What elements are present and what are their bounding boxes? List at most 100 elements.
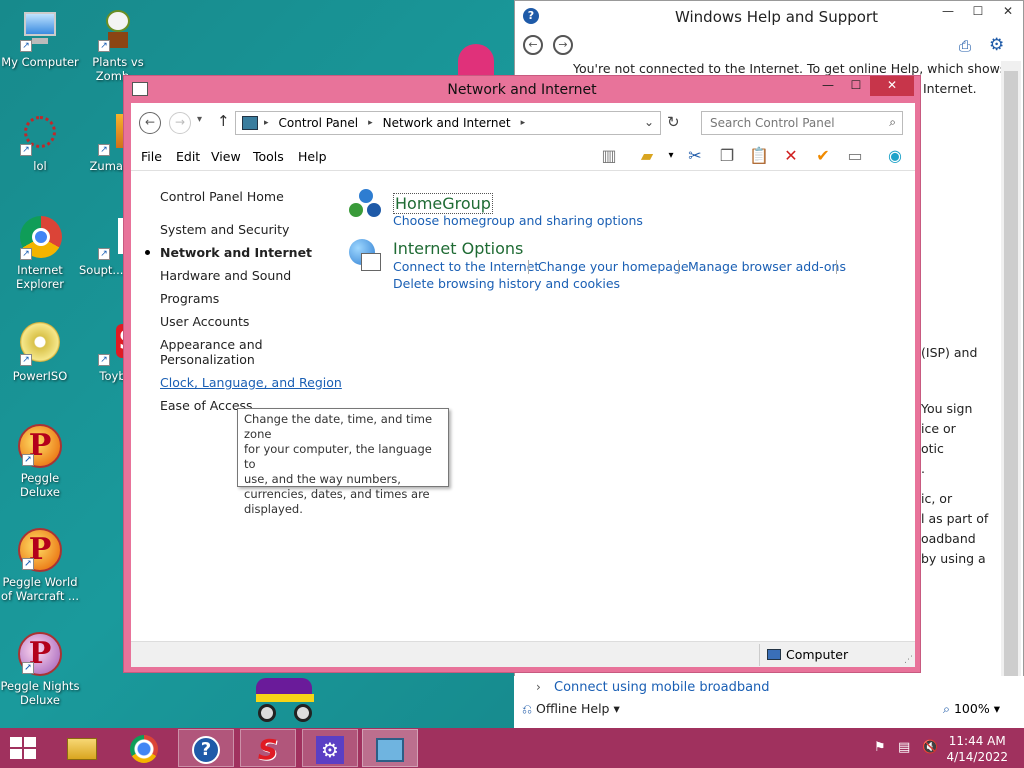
desktop-icon-label: Internet Explorer (16, 263, 64, 291)
sidebar-item-appearance[interactable]: Appearance and Personalization (160, 333, 342, 371)
internet-options-title[interactable]: Internet Options (393, 239, 523, 258)
disc-icon: ↗ (18, 322, 62, 366)
sidebar-item-user-accounts[interactable]: User Accounts (160, 310, 342, 333)
menu-view[interactable]: View (211, 149, 241, 164)
breadcrumb-separator-icon: ▸ (264, 118, 269, 128)
address-dropdown-icon[interactable]: ⌄ (644, 115, 654, 129)
help-text-fragment: You sign (921, 401, 973, 416)
desktop-icon-internet-explorer[interactable]: ↗ Internet Explorer (0, 216, 80, 291)
search-placeholder: Search Control Panel (710, 116, 835, 130)
delete-icon[interactable]: ✕ (779, 146, 803, 168)
gear-icon[interactable]: ⚙ (989, 35, 1004, 55)
desktop-icon-lol[interactable]: ↗ lol (0, 112, 80, 173)
shell-icon[interactable]: ◉ (883, 146, 907, 168)
close-button[interactable]: ✕ (870, 76, 914, 96)
desktop-icon-label: Peggle Deluxe (20, 471, 60, 499)
folder-icon[interactable]: ▰ (635, 146, 659, 168)
cut-icon[interactable]: ✂ (683, 146, 707, 168)
offline-help-button[interactable]: ⎌ Offline Help ▾ (522, 701, 620, 717)
chrome-icon: ↗ (18, 216, 62, 260)
menu-file[interactable]: File (141, 149, 162, 164)
menu-tools[interactable]: Tools (253, 149, 284, 164)
desktop-icon-plants-vs-zombies[interactable]: ↗ Plants vs Zomb... (78, 8, 158, 83)
scrollbar-thumb[interactable] (1004, 71, 1018, 681)
sidebar-item-network-internet[interactable]: Network and Internet (145, 241, 342, 264)
sidebar-item-hardware-sound[interactable]: Hardware and Sound (160, 264, 342, 287)
chevron-down-icon: ▾ (993, 701, 1000, 716)
file-explorer-icon[interactable] (54, 729, 110, 767)
help-text-line: Internet. (923, 81, 977, 96)
cp-title-bar[interactable]: Network and Internet — ☐ ✕ (124, 76, 920, 103)
preview-pane-icon[interactable]: ▥ (597, 146, 621, 168)
internet-options-icon[interactable] (349, 239, 383, 273)
connect-internet-link[interactable]: Connect to the Internet (393, 259, 539, 274)
chrome-taskbar-icon[interactable] (116, 729, 172, 767)
help-text-fragment: ic, or (921, 491, 953, 506)
minimize-button[interactable]: — (814, 76, 842, 96)
tooltip-line: displayed. (244, 502, 303, 516)
breadcrumb-separator-icon: ▸ (520, 118, 526, 128)
toybox-taskbar-icon[interactable]: S (240, 729, 296, 767)
computer-icon (767, 649, 781, 660)
status-divider (759, 644, 760, 666)
paste-icon[interactable]: 📋 (747, 146, 771, 168)
homegroup-title[interactable]: HomeGroup (393, 193, 493, 214)
desktop-icon-poweriso[interactable]: ↗ PowerISO (0, 322, 80, 383)
action-center-flag-icon[interactable]: ⚑ (874, 740, 890, 756)
decor-skate-figure (252, 674, 320, 728)
sidebar-item-clock-language-region[interactable]: Clock, Language, and Region (160, 371, 342, 394)
breadcrumb-network-internet[interactable]: Network and Internet (383, 116, 511, 130)
refresh-icon[interactable]: ↻ (667, 113, 680, 131)
minimize-button[interactable]: — (933, 1, 963, 23)
checkmark-icon[interactable]: ✔ (811, 146, 835, 168)
menu-help[interactable]: Help (298, 149, 327, 164)
sidebar-item-programs[interactable]: Programs (160, 287, 342, 310)
copy-icon[interactable]: ❐ (715, 146, 739, 168)
close-button[interactable]: ✕ (993, 1, 1023, 23)
sidebar-home-link[interactable]: Control Panel Home (160, 185, 342, 208)
help-text-fragment: otic (921, 441, 944, 456)
mobile-broadband-link[interactable]: Connect using mobile broadband (554, 680, 770, 695)
desktop-icon-peggle-wow[interactable]: P ↗ Peggle World of Warcraft ... (0, 528, 80, 603)
breadcrumb-control-panel[interactable]: Control Panel (279, 116, 359, 130)
delete-history-link[interactable]: Delete browsing history and cookies (393, 276, 620, 291)
settings-taskbar-icon[interactable]: ⚙ (302, 729, 358, 767)
back-icon[interactable]: ← (523, 35, 543, 55)
menu-edit[interactable]: Edit (176, 149, 200, 164)
maximize-button[interactable]: ☐ (842, 76, 870, 96)
help-text-fragment: l as part of (921, 511, 989, 526)
taskbar-clock[interactable]: 11:44 AM 4/14/2022 (946, 733, 1008, 765)
sidebar-item-system-security[interactable]: System and Security (160, 218, 342, 241)
forward-icon[interactable]: → (553, 35, 573, 55)
back-button[interactable]: ← (139, 112, 161, 134)
desktop-icon-peggle-deluxe[interactable]: P ↗ Peggle Deluxe (0, 424, 80, 499)
help-scrollbar[interactable] (1001, 61, 1021, 701)
help-title-bar[interactable]: ? Windows Help and Support — ☐ ✕ (515, 1, 1023, 31)
control-panel-taskbar-icon[interactable] (362, 729, 418, 767)
volume-muted-icon[interactable]: 🔇 (922, 740, 938, 756)
zoom-control[interactable]: ⌕ 100% ▾ (943, 701, 1000, 717)
address-bar[interactable]: ▸ Control Panel ▸ Network and Internet ▸… (235, 111, 661, 135)
chevron-down-icon[interactable]: ▾ (659, 146, 683, 168)
manage-addons-link[interactable]: Manage browser add-ons (688, 259, 846, 274)
change-homepage-link[interactable]: Change your homepage (538, 259, 689, 274)
tooltip: Change the date, time, and time zone for… (237, 408, 449, 516)
choose-homegroup-link[interactable]: Choose homegroup and sharing options (393, 213, 643, 228)
help-taskbar-icon[interactable]: ? (178, 729, 234, 767)
desktop-icon-peggle-nights[interactable]: P ↗ Peggle Nights Deluxe (0, 632, 80, 707)
control-panel-window[interactable]: Network and Internet — ☐ ✕ ← → ▾ ↑ ▸ Con… (123, 75, 921, 673)
forward-button[interactable]: → (169, 112, 191, 134)
maximize-button[interactable]: ☐ (963, 1, 993, 23)
menu-bar: File Edit View Tools Help ▥ ▰ ▾ ✂ ❐ 📋 ✕ … (131, 141, 915, 171)
network-icon[interactable]: ▤ (898, 740, 914, 756)
recent-pages-chevron-icon[interactable]: ▾ (197, 114, 202, 125)
search-input[interactable]: Search Control Panel ⌕ (701, 111, 903, 135)
up-arrow-icon[interactable]: ↑ (217, 112, 230, 130)
windows-start-icon[interactable] (10, 737, 38, 759)
desktop-icon-my-computer[interactable]: ↗ My Computer (0, 8, 80, 69)
properties-icon[interactable]: ▭ (843, 146, 867, 168)
search-icon[interactable]: ⌕ (889, 115, 896, 130)
print-icon[interactable]: ⎙ (959, 37, 971, 55)
resize-grip-icon[interactable]: ⋰ (904, 655, 913, 665)
homegroup-icon[interactable] (349, 189, 383, 221)
